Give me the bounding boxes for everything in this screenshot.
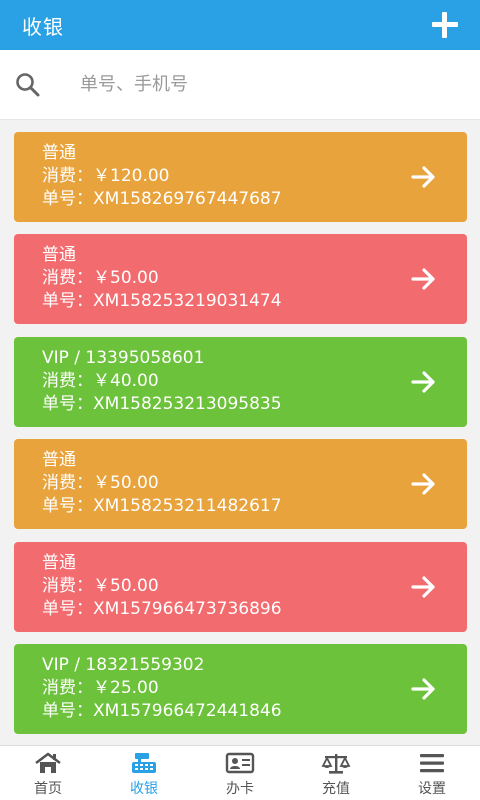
order-amount: 消费：￥40.00 [42,371,159,391]
tab-menu[interactable]: 设置 [384,746,480,800]
order-type: VIP / 13395058601 [42,348,205,368]
order-amount: 消费：￥25.00 [42,678,159,698]
order-card[interactable]: 普通消费：￥50.00 单号：XM158253219031474 [14,234,467,324]
search-input[interactable] [80,74,440,95]
tab-home[interactable]: 首页 [0,746,96,800]
app-header: 收银 [0,0,480,50]
tab-balance-scale[interactable]: 充值 [288,746,384,800]
arrow-right-icon[interactable] [411,267,437,291]
order-number: 单号：XM158253211482617 [42,496,282,516]
id-card-icon [225,752,255,774]
tab-label: 设置 [418,781,446,797]
cash-register-icon [132,753,156,773]
tab-label: 收银 [130,781,158,797]
tab-label: 充值 [322,781,350,797]
order-number: 单号：XM157966472441846 [42,701,282,721]
order-type: VIP / 18321559302 [42,655,205,675]
tab-label: 首页 [34,781,62,797]
order-number: 单号：XM158269767447687 [42,189,282,209]
order-number: 单号：XM158253213095835 [42,394,282,414]
order-card[interactable]: 普通消费：￥120.00 单号：XM158269767447687 [14,132,467,222]
order-amount: 消费：￥50.00 [42,268,159,288]
order-amount: 消费：￥50.00 [42,576,159,596]
order-list: 普通 消费：￥120.00 单号：XM158269767447687 普通 消费：￥50… [0,132,480,746]
arrow-right-icon[interactable] [411,472,437,496]
balance-scale-icon [321,754,351,774]
menu-icon [420,754,444,773]
arrow-right-icon[interactable] [411,677,437,701]
add-icon[interactable] [432,12,458,38]
order-type: 普通 [42,143,76,163]
home-icon [35,752,61,773]
order-type: 普通 [42,450,76,470]
page-title: 收银 [22,14,64,39]
search-icon[interactable] [14,71,42,99]
tab-label: 办卡 [226,781,254,797]
order-number: 单号：XM158253219031474 [42,291,282,311]
order-amount: 消费：￥50.00 [42,473,159,493]
bottom-tab-bar: 首页 收银 办卡 充值 设置 [0,745,480,800]
tab-cash-register[interactable]: 收银 [96,746,192,800]
order-card[interactable]: VIP / 18321559302 消费：￥25.00 单号：XM157966472… [14,644,467,734]
order-card[interactable]: 普通消费：￥50.00 单号：XM158253211482617 [14,439,467,529]
order-amount: 消费：￥120.00 [42,166,170,186]
arrow-right-icon[interactable] [411,165,437,189]
order-card[interactable]: VIP / 13395058601 消费：￥40.00 单号：XM158253213… [14,337,467,427]
order-type: 普通 [42,245,76,265]
arrow-right-icon[interactable] [411,370,437,394]
search-bar [0,50,480,120]
order-number: 单号：XM157966473736896 [42,599,282,619]
order-type: 普通 [42,553,76,573]
arrow-right-icon[interactable] [411,575,437,599]
tab-id-card[interactable]: 办卡 [192,746,288,800]
order-card[interactable]: 普通消费：￥50.00 单号：XM157966473736896 [14,542,467,632]
